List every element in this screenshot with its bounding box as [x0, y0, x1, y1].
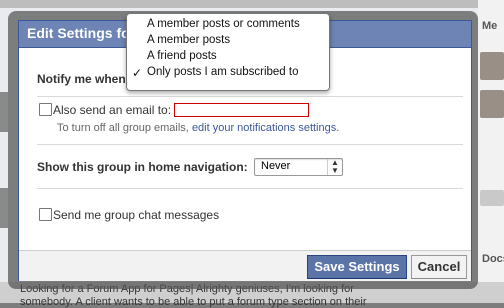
select-arrows-icon: ▲ ▼ — [327, 159, 342, 175]
email-input[interactable] — [174, 103, 309, 117]
divider — [37, 96, 463, 97]
notify-option[interactable]: A member posts or comments — [147, 18, 300, 30]
email-hint: To turn off all group emails, edit your … — [57, 122, 339, 134]
email-label: Also send an email to: — [53, 103, 172, 117]
notify-label: Notify me when — [37, 72, 126, 86]
email-hint-suffix: . — [336, 122, 340, 134]
background-right-label: Docs — [482, 253, 504, 265]
dialog-title: Edit Settings for — [27, 25, 136, 41]
dialog-footer: Save Settings Cancel — [19, 250, 471, 281]
notify-option[interactable]: A member posts — [147, 34, 230, 46]
save-settings-button[interactable]: Save Settings — [307, 255, 407, 279]
divider — [37, 188, 463, 189]
divider — [37, 144, 463, 145]
home-navigation-label: Show this group in home navigation: — [37, 160, 248, 174]
home-navigation-value: Never — [261, 160, 291, 172]
notify-option-selected[interactable]: Only posts I am subscribed to — [147, 66, 298, 78]
background-thumbnail — [480, 52, 504, 80]
checkmark-icon: ✓ — [132, 66, 143, 80]
background-thumbnail — [480, 190, 504, 206]
background-post-text: somebody. A client wants to be able to p… — [20, 296, 367, 308]
background-left-thumbnail — [0, 92, 8, 132]
background-thumbnail — [480, 90, 504, 118]
chat-label: Send me group chat messages — [53, 208, 220, 222]
email-hint-text: To turn off all group emails, — [57, 122, 189, 134]
cancel-button[interactable]: Cancel — [411, 255, 467, 279]
background-left-thumbnail — [0, 188, 8, 228]
home-navigation-select[interactable]: Never ▲ ▼ — [254, 158, 343, 176]
notify-dropdown-menu: A member posts or comments A member post… — [126, 13, 330, 91]
chat-checkbox[interactable] — [39, 208, 52, 221]
notify-option[interactable]: A friend posts — [147, 50, 217, 62]
notification-settings-link[interactable]: edit your notifications settings — [192, 122, 336, 134]
background-top-bar — [0, 0, 504, 8]
email-checkbox[interactable] — [39, 103, 52, 116]
background-right-label: Me — [482, 20, 498, 32]
